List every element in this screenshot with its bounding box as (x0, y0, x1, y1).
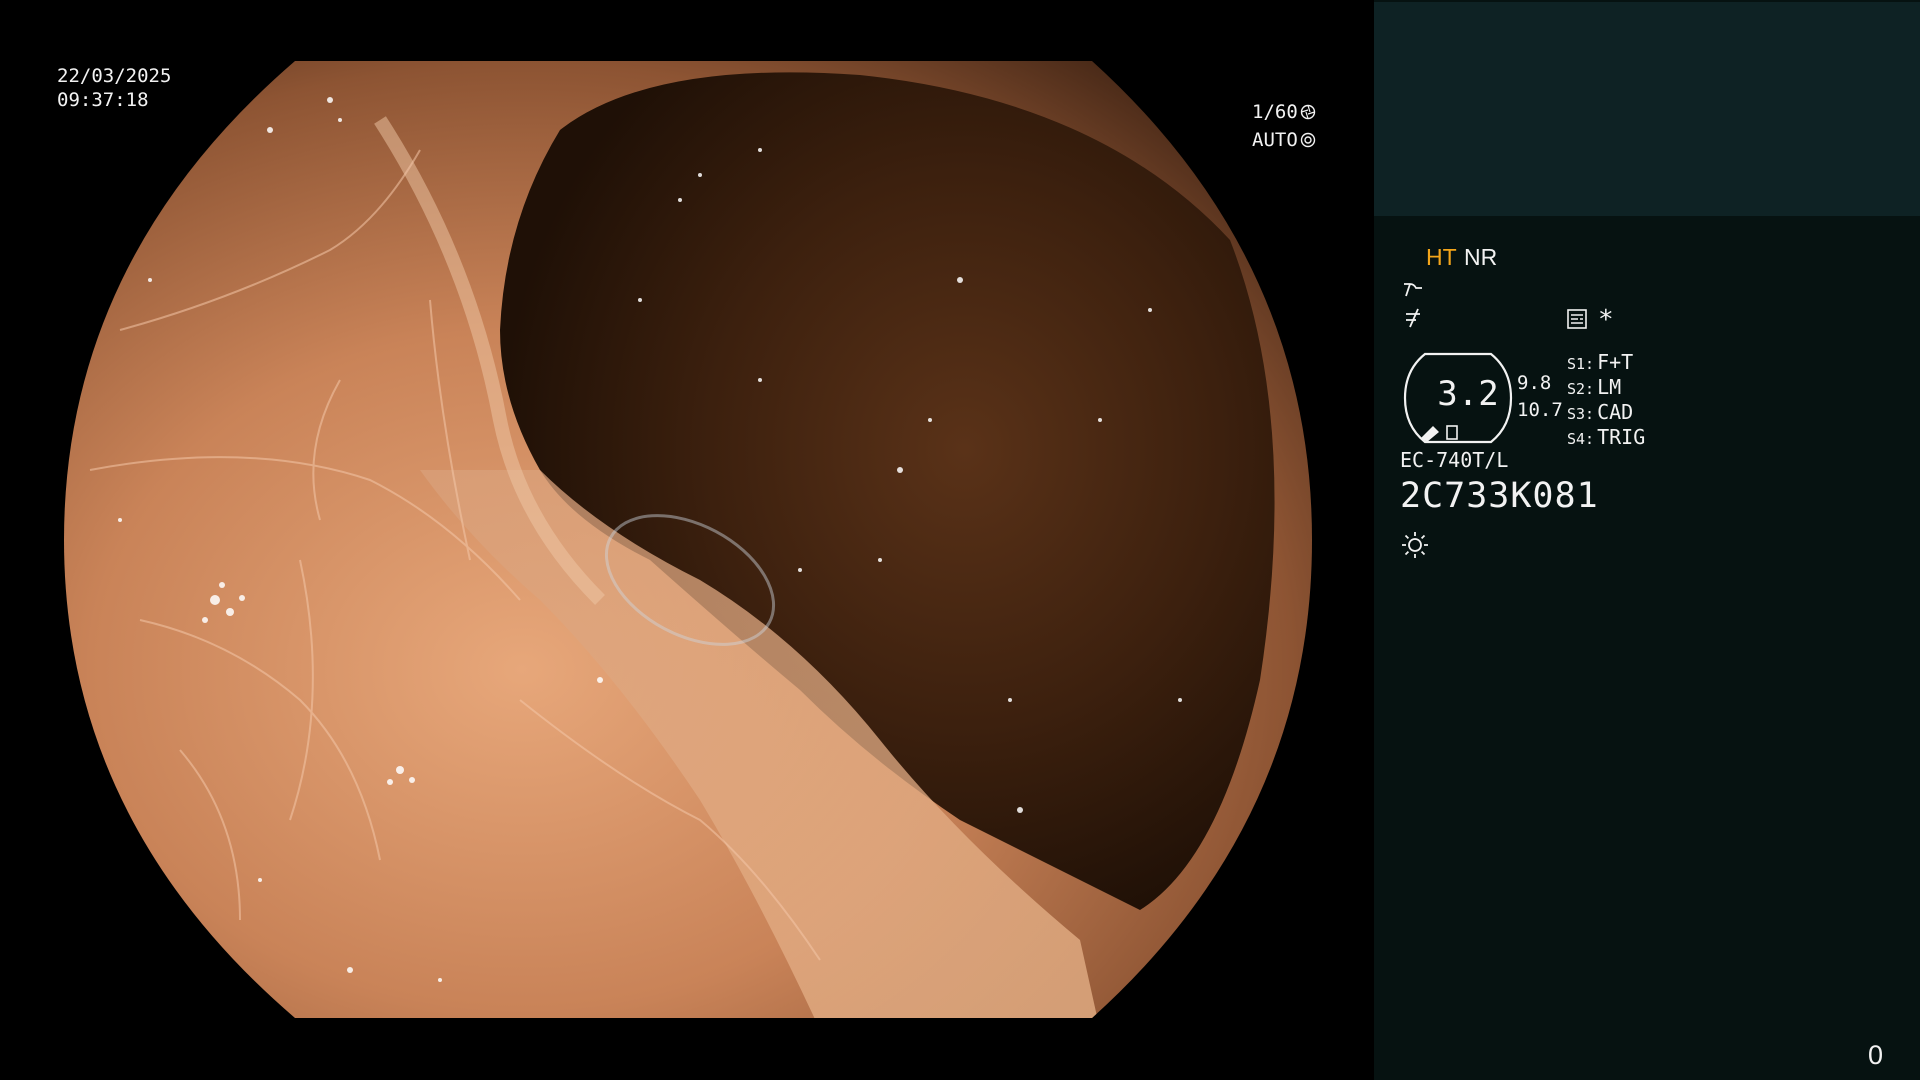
switch-key: S3: (1567, 405, 1595, 423)
switch-key: S1: (1567, 355, 1595, 373)
switch-s4: S4: TRIG (1567, 425, 1645, 449)
scope-serial: 2C733K081 (1400, 476, 1599, 516)
shutter-aperture-icon (1300, 104, 1315, 120)
switch-key: S2: (1567, 380, 1595, 398)
switch-s2: S2: LM (1567, 375, 1621, 399)
light-sun-icon (1402, 532, 1428, 558)
time-readout: 09:37:18 (57, 89, 149, 111)
ht-indicator: HT (1426, 244, 1457, 270)
exposure-mode-readout: AUTO (1252, 128, 1316, 152)
date-readout: 22/03/2025 (57, 65, 172, 87)
memory-card-icon (1567, 309, 1587, 329)
auto-iris-icon (1300, 132, 1315, 148)
shutter-value: 1/60 (1252, 101, 1298, 123)
shutter-readout: 1/60 (1252, 100, 1316, 124)
switch-label: LM (1597, 375, 1622, 399)
image-counter: 0 (1868, 1040, 1884, 1070)
scope-model: EC-740T/L (1400, 448, 1509, 472)
star-indicator: * (1598, 305, 1614, 335)
switch-s3: S3: CAD (1567, 400, 1633, 424)
exposure-mode-value: AUTO (1252, 129, 1298, 151)
endoscopic-image (64, 61, 1312, 1018)
nr-indicator: NR (1464, 244, 1498, 270)
endoscope-view: 22/03/2025 09:37:18 1/60 AUTO (0, 0, 1374, 1080)
enhancement-icon (1406, 308, 1420, 328)
brightness-curve-icon (1404, 283, 1422, 297)
status-panel: HT NR * 3.2 9.8 10.7 S1: F+T S2: LM S3: CAD… (1374, 0, 1920, 1080)
zoom-lower-value: 10.7 (1517, 399, 1563, 421)
switch-s1: S1: F+T (1567, 350, 1633, 374)
switch-label: TRIG (1597, 425, 1646, 449)
switch-key: S4: (1567, 430, 1595, 448)
zoom-value: 3.2 (1437, 374, 1499, 414)
thumbnail-area (1374, 2, 1920, 216)
switch-label: CAD (1597, 400, 1634, 424)
switch-label: F+T (1597, 350, 1634, 374)
zoom-marker-icon (1421, 426, 1439, 442)
zoom-upper-value: 9.8 (1517, 372, 1552, 394)
